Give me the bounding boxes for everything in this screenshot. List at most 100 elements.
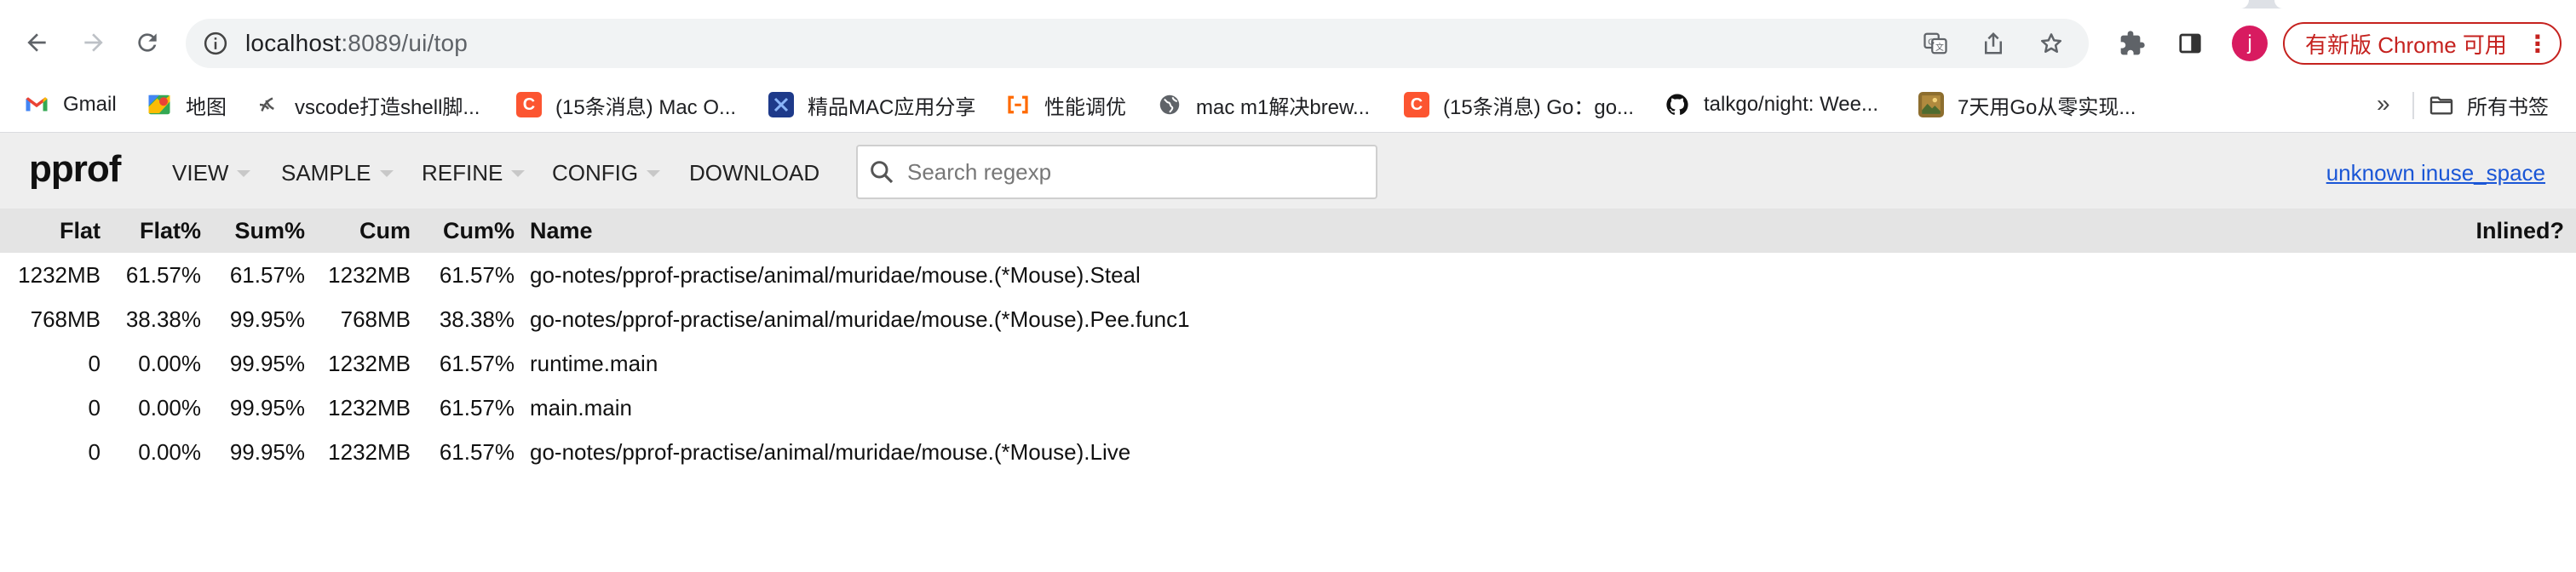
cell-inlined bbox=[2423, 430, 2576, 474]
share-icon[interactable] bbox=[1980, 30, 2007, 57]
image-bookmark-icon bbox=[1918, 92, 1944, 117]
more-vert-icon[interactable]: ⋮ bbox=[2526, 30, 2550, 58]
table-row[interactable]: 768MB 38.38% 99.95% 768MB 38.38% go-note… bbox=[0, 297, 2576, 341]
col-flat-pct[interactable]: Flat% bbox=[101, 209, 201, 253]
caret-down-icon bbox=[647, 169, 661, 177]
xclose-icon bbox=[768, 92, 794, 117]
col-sum-pct[interactable]: Sum% bbox=[201, 209, 305, 253]
bookmarks-overflow-button[interactable]: » bbox=[2377, 90, 2390, 117]
table-header: Flat Flat% Sum% Cum Cum% Name Inlined? bbox=[0, 209, 2576, 253]
menu-download[interactable]: DOWNLOAD bbox=[689, 160, 819, 186]
table-row[interactable]: 0 0.00% 99.95% 1232MB 61.57% go-notes/pp… bbox=[0, 430, 2576, 474]
url-text[interactable]: localhost:8089/ui/top bbox=[245, 30, 468, 57]
extensions-icon[interactable] bbox=[2113, 24, 2152, 63]
cell-cum-pct: 61.57% bbox=[439, 394, 515, 420]
back-button[interactable] bbox=[17, 23, 56, 62]
table-row[interactable]: 1232MB 61.57% 61.57% 1232MB 61.57% go-no… bbox=[0, 253, 2576, 297]
bookmark-label: (15条消息) Mac O... bbox=[555, 95, 737, 119]
bookmark-mac-apps[interactable]: 精品MAC应用分享 bbox=[768, 90, 975, 119]
update-chrome-label: 有新版 Chrome 可用 bbox=[2305, 31, 2507, 58]
github-icon bbox=[1665, 92, 1690, 117]
cell-cum: 1232MB bbox=[328, 394, 411, 420]
bookmarks-separator bbox=[2412, 92, 2414, 119]
cell-flat: 768MB bbox=[30, 306, 101, 332]
info-icon[interactable] bbox=[201, 29, 230, 58]
reload-button[interactable] bbox=[128, 23, 167, 62]
maps-icon bbox=[147, 92, 172, 117]
col-inlined[interactable]: Inlined? bbox=[2423, 209, 2576, 253]
bookmark-talkgo[interactable]: talkgo/night: Wee... bbox=[1665, 90, 1878, 119]
bookmark-gmail[interactable]: Gmail bbox=[24, 90, 117, 119]
cell-inlined bbox=[2423, 297, 2576, 341]
cell-sum-pct: 99.95% bbox=[229, 306, 305, 332]
bookmark-label: Gmail bbox=[63, 93, 117, 116]
search-input[interactable] bbox=[906, 157, 1352, 186]
bookmark-label: vscode打造shell脚... bbox=[295, 95, 480, 119]
col-flat[interactable]: Flat bbox=[0, 209, 101, 253]
pprof-logo: pprof bbox=[29, 148, 121, 190]
cell-sum-pct: 99.95% bbox=[229, 394, 305, 420]
back-arrow-icon bbox=[27, 33, 46, 52]
cell-name: main.main bbox=[530, 394, 632, 420]
menu-sample[interactable]: SAMPLE bbox=[281, 160, 394, 186]
cell-sum-pct: 99.95% bbox=[229, 438, 305, 465]
address-bar[interactable]: localhost:8089/ui/top G文 bbox=[186, 19, 2089, 68]
bookmark-csdn-mac[interactable]: C (15条消息) Mac O... bbox=[516, 90, 736, 119]
cell-sum-pct: 61.57% bbox=[229, 261, 305, 288]
menu-view[interactable]: VIEW bbox=[172, 160, 251, 186]
svg-text:G: G bbox=[1928, 37, 1935, 47]
col-cum-pct[interactable]: Cum% bbox=[411, 209, 515, 253]
toolbar-right: j 有新版 Chrome 可用 ⋮ bbox=[2113, 19, 2562, 68]
table-row[interactable]: 0 0.00% 99.95% 1232MB 61.57% main.main bbox=[0, 386, 2576, 430]
table-row[interactable]: 0 0.00% 99.95% 1232MB 61.57% runtime.mai… bbox=[0, 341, 2576, 386]
menu-label: REFINE bbox=[422, 160, 503, 186]
url-host: localhost bbox=[245, 30, 342, 56]
browser-toolbar: localhost:8089/ui/top G文 j 有新版 Chrome 可用… bbox=[0, 9, 2576, 77]
star-icon[interactable] bbox=[2038, 30, 2065, 57]
bookmark-label: (15条消息) Go：go... bbox=[1443, 95, 1635, 119]
cell-cum: 1232MB bbox=[328, 350, 411, 376]
bookmark-label: 性能调优 bbox=[1044, 95, 1126, 119]
menu-config[interactable]: CONFIG bbox=[552, 160, 661, 186]
omnibox-actions: G文 bbox=[1922, 19, 2065, 68]
menu-refine[interactable]: REFINE bbox=[422, 160, 526, 186]
bookmark-7days-go[interactable]: 7天用Go从零实现... bbox=[1918, 90, 2136, 119]
sample-type-link[interactable]: unknown inuse_space bbox=[2326, 160, 2545, 186]
bookmark-maps[interactable]: 地图 bbox=[147, 90, 227, 119]
bookmark-vscode[interactable]: vscode打造shell脚... bbox=[256, 90, 480, 119]
side-panel-icon[interactable] bbox=[2171, 24, 2210, 63]
bookmark-label: mac m1解决brew... bbox=[1196, 95, 1371, 119]
search-icon bbox=[868, 158, 895, 186]
bookmark-brew[interactable]: mac m1解决brew... bbox=[1157, 90, 1370, 119]
bookmark-perf[interactable]: 性能调优 bbox=[1005, 90, 1126, 119]
col-name[interactable]: Name bbox=[515, 209, 2423, 253]
menu-label: CONFIG bbox=[552, 160, 639, 186]
cell-flat-pct: 0.00% bbox=[138, 350, 201, 376]
profile-avatar[interactable]: j bbox=[2232, 26, 2268, 61]
cell-flat: 0 bbox=[88, 350, 101, 376]
translate-icon[interactable]: G文 bbox=[1922, 30, 1949, 57]
cell-cum-pct: 38.38% bbox=[439, 306, 515, 332]
bookmark-label: 精品MAC应用分享 bbox=[808, 95, 976, 119]
forward-button[interactable] bbox=[74, 23, 113, 62]
cell-flat: 0 bbox=[88, 394, 101, 420]
bookmark-label: 地图 bbox=[186, 95, 227, 119]
cell-cum-pct: 61.57% bbox=[439, 261, 515, 288]
search-box bbox=[856, 145, 1377, 199]
cell-name: go-notes/pprof-practise/animal/muridae/m… bbox=[530, 261, 1141, 288]
col-cum[interactable]: Cum bbox=[305, 209, 411, 253]
globe-icon bbox=[1157, 92, 1182, 117]
bookmarks-bar: Gmail 地图 vscode打造shell脚... C (15条消息) Mac… bbox=[0, 77, 2576, 133]
cell-flat-pct: 0.00% bbox=[138, 438, 201, 465]
cell-cum-pct: 61.57% bbox=[439, 350, 515, 376]
update-chrome-button[interactable]: 有新版 Chrome 可用 ⋮ bbox=[2283, 22, 2562, 65]
bookmark-csdn-go[interactable]: C (15条消息) Go：go... bbox=[1404, 90, 1634, 119]
all-bookmarks-folder[interactable]: 所有书签 bbox=[2428, 90, 2549, 120]
tab-strip-right bbox=[2274, 0, 2576, 9]
caret-down-icon bbox=[511, 169, 526, 177]
forward-arrow-icon bbox=[84, 33, 103, 52]
caret-down-icon bbox=[237, 169, 251, 177]
csdn-icon: C bbox=[516, 92, 542, 117]
active-tab-edge bbox=[0, 0, 2249, 9]
gmail-icon bbox=[24, 92, 49, 117]
